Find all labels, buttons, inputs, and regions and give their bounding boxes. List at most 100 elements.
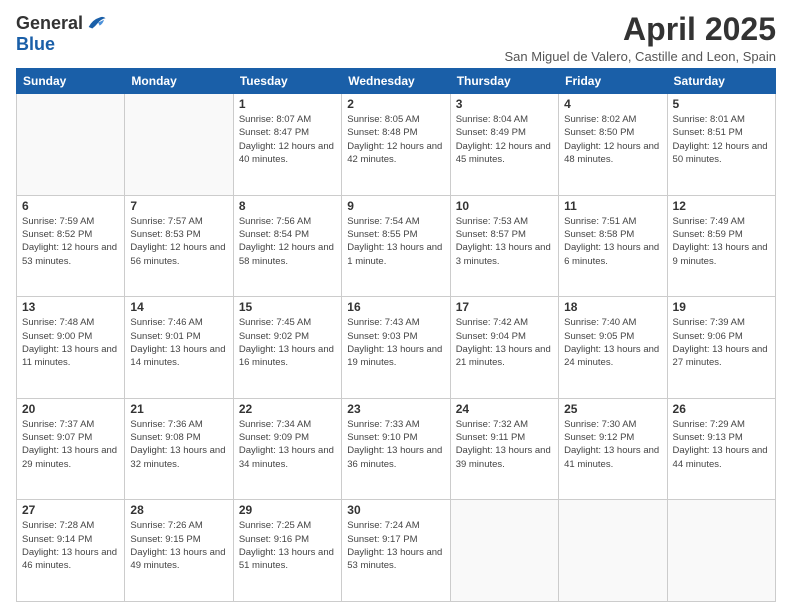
calendar-table: SundayMondayTuesdayWednesdayThursdayFrid… — [16, 68, 776, 602]
day-info: Sunrise: 7:46 AM Sunset: 9:01 PM Dayligh… — [130, 316, 227, 369]
day-header-saturday: Saturday — [667, 69, 775, 94]
day-info: Sunrise: 7:24 AM Sunset: 9:17 PM Dayligh… — [347, 519, 444, 572]
calendar-cell: 25 Sunrise: 7:30 AM Sunset: 9:12 PM Dayli… — [559, 398, 667, 500]
day-info: Sunrise: 7:45 AM Sunset: 9:02 PM Dayligh… — [239, 316, 336, 369]
day-number: 18 — [564, 300, 661, 314]
day-number: 1 — [239, 97, 336, 111]
calendar-cell: 19Sunrise: 7:39 AM Sunset: 9:06 PM Dayli… — [667, 297, 775, 399]
day-number: 16 — [347, 300, 444, 314]
calendar-cell: 2 Sunrise: 8:05 AM Sunset: 8:48 PM Daylig… — [342, 94, 450, 196]
logo-general-text: General — [16, 13, 83, 34]
day-number: 22 — [239, 402, 336, 416]
calendar-week-4: 20 Sunrise: 7:37 AM Sunset: 9:07 PM Dayli… — [17, 398, 776, 500]
title-block: April 2025 San Miguel de Valero, Castill… — [505, 12, 777, 64]
logo-blue-text: Blue — [16, 34, 55, 55]
calendar-cell — [667, 500, 775, 602]
day-info: Sunrise: 7:59 AM Sunset: 8:52 PM Dayligh… — [22, 215, 119, 268]
calendar-cell: 20 Sunrise: 7:37 AM Sunset: 9:07 PM Dayli… — [17, 398, 125, 500]
calendar-cell: 3 Sunrise: 8:04 AM Sunset: 8:49 PM Daylig… — [450, 94, 558, 196]
day-info: Sunrise: 7:29 AM Sunset: 9:13 PM Dayligh… — [673, 418, 770, 471]
calendar-cell: 13 Sunrise: 7:48 AM Sunset: 9:00 PM Dayli… — [17, 297, 125, 399]
day-info: Sunrise: 8:04 AM Sunset: 8:49 PM Dayligh… — [456, 113, 553, 166]
day-info: Sunrise: 7:33 AM Sunset: 9:10 PM Dayligh… — [347, 418, 444, 471]
calendar-cell: 18 Sunrise: 7:40 AM Sunset: 9:05 PM Dayli… — [559, 297, 667, 399]
day-info: Sunrise: 7:26 AM Sunset: 9:15 PM Dayligh… — [130, 519, 227, 572]
calendar-cell: 27 Sunrise: 7:28 AM Sunset: 9:14 PM Dayli… — [17, 500, 125, 602]
day-info: Sunrise: 7:53 AM Sunset: 8:57 PM Dayligh… — [456, 215, 553, 268]
day-number: 12 — [673, 199, 770, 213]
calendar-cell: 11Sunrise: 7:51 AM Sunset: 8:58 PM Dayli… — [559, 195, 667, 297]
calendar-cell: 28 Sunrise: 7:26 AM Sunset: 9:15 PM Dayli… — [125, 500, 233, 602]
calendar-week-2: 6 Sunrise: 7:59 AM Sunset: 8:52 PM Daylig… — [17, 195, 776, 297]
month-title: April 2025 — [505, 12, 777, 47]
day-number: 17 — [456, 300, 553, 314]
calendar-cell: 21Sunrise: 7:36 AM Sunset: 9:08 PM Dayli… — [125, 398, 233, 500]
day-info: Sunrise: 7:37 AM Sunset: 9:07 PM Dayligh… — [22, 418, 119, 471]
day-header-monday: Monday — [125, 69, 233, 94]
day-number: 28 — [130, 503, 227, 517]
day-info: Sunrise: 7:56 AM Sunset: 8:54 PM Dayligh… — [239, 215, 336, 268]
day-number: 29 — [239, 503, 336, 517]
day-number: 9 — [347, 199, 444, 213]
day-number: 14 — [130, 300, 227, 314]
day-info: Sunrise: 7:30 AM Sunset: 9:12 PM Dayligh… — [564, 418, 661, 471]
calendar-cell: 10Sunrise: 7:53 AM Sunset: 8:57 PM Dayli… — [450, 195, 558, 297]
calendar-cell: 5 Sunrise: 8:01 AM Sunset: 8:51 PM Daylig… — [667, 94, 775, 196]
day-info: Sunrise: 7:49 AM Sunset: 8:59 PM Dayligh… — [673, 215, 770, 268]
calendar-cell: 24Sunrise: 7:32 AM Sunset: 9:11 PM Dayli… — [450, 398, 558, 500]
calendar-header-row: SundayMondayTuesdayWednesdayThursdayFrid… — [17, 69, 776, 94]
calendar-cell: 16 Sunrise: 7:43 AM Sunset: 9:03 PM Dayli… — [342, 297, 450, 399]
day-info: Sunrise: 8:07 AM Sunset: 8:47 PM Dayligh… — [239, 113, 336, 166]
day-number: 3 — [456, 97, 553, 111]
logo: General Blue — [16, 12, 107, 55]
day-number: 4 — [564, 97, 661, 111]
location-subtitle: San Miguel de Valero, Castille and Leon,… — [505, 49, 777, 64]
day-number: 26 — [673, 402, 770, 416]
day-info: Sunrise: 7:39 AM Sunset: 9:06 PM Dayligh… — [673, 316, 770, 369]
calendar-cell: 15 Sunrise: 7:45 AM Sunset: 9:02 PM Dayli… — [233, 297, 341, 399]
day-number: 6 — [22, 199, 119, 213]
calendar-cell: 30 Sunrise: 7:24 AM Sunset: 9:17 PM Dayli… — [342, 500, 450, 602]
calendar-week-5: 27 Sunrise: 7:28 AM Sunset: 9:14 PM Dayli… — [17, 500, 776, 602]
calendar-cell — [450, 500, 558, 602]
calendar-cell: 8Sunrise: 7:56 AM Sunset: 8:54 PM Daylig… — [233, 195, 341, 297]
day-info: Sunrise: 7:43 AM Sunset: 9:03 PM Dayligh… — [347, 316, 444, 369]
calendar-cell: 4Sunrise: 8:02 AM Sunset: 8:50 PM Daylig… — [559, 94, 667, 196]
day-info: Sunrise: 7:28 AM Sunset: 9:14 PM Dayligh… — [22, 519, 119, 572]
day-info: Sunrise: 8:01 AM Sunset: 8:51 PM Dayligh… — [673, 113, 770, 166]
calendar-week-3: 13 Sunrise: 7:48 AM Sunset: 9:00 PM Dayli… — [17, 297, 776, 399]
day-number: 13 — [22, 300, 119, 314]
day-number: 25 — [564, 402, 661, 416]
calendar-cell — [559, 500, 667, 602]
day-info: Sunrise: 7:54 AM Sunset: 8:55 PM Dayligh… — [347, 215, 444, 268]
calendar-cell: 29 Sunrise: 7:25 AM Sunset: 9:16 PM Dayli… — [233, 500, 341, 602]
day-info: Sunrise: 8:05 AM Sunset: 8:48 PM Dayligh… — [347, 113, 444, 166]
calendar-cell: 23Sunrise: 7:33 AM Sunset: 9:10 PM Dayli… — [342, 398, 450, 500]
day-info: Sunrise: 7:40 AM Sunset: 9:05 PM Dayligh… — [564, 316, 661, 369]
calendar-week-1: 1 Sunrise: 8:07 AM Sunset: 8:47 PM Daylig… — [17, 94, 776, 196]
page: General Blue April 2025 San Miguel de Va… — [0, 0, 792, 612]
day-number: 15 — [239, 300, 336, 314]
day-info: Sunrise: 7:51 AM Sunset: 8:58 PM Dayligh… — [564, 215, 661, 268]
calendar-cell — [17, 94, 125, 196]
calendar-cell: 1 Sunrise: 8:07 AM Sunset: 8:47 PM Daylig… — [233, 94, 341, 196]
day-number: 20 — [22, 402, 119, 416]
day-info: Sunrise: 7:48 AM Sunset: 9:00 PM Dayligh… — [22, 316, 119, 369]
day-number: 5 — [673, 97, 770, 111]
day-info: Sunrise: 7:25 AM Sunset: 9:16 PM Dayligh… — [239, 519, 336, 572]
day-number: 2 — [347, 97, 444, 111]
day-number: 24 — [456, 402, 553, 416]
day-info: Sunrise: 7:36 AM Sunset: 9:08 PM Dayligh… — [130, 418, 227, 471]
day-number: 27 — [22, 503, 119, 517]
calendar-cell: 26 Sunrise: 7:29 AM Sunset: 9:13 PM Dayli… — [667, 398, 775, 500]
day-number: 7 — [130, 199, 227, 213]
day-header-friday: Friday — [559, 69, 667, 94]
day-number: 30 — [347, 503, 444, 517]
day-header-thursday: Thursday — [450, 69, 558, 94]
calendar-cell: 6 Sunrise: 7:59 AM Sunset: 8:52 PM Daylig… — [17, 195, 125, 297]
day-info: Sunrise: 7:34 AM Sunset: 9:09 PM Dayligh… — [239, 418, 336, 471]
day-header-wednesday: Wednesday — [342, 69, 450, 94]
calendar-cell — [125, 94, 233, 196]
calendar-cell: 14 Sunrise: 7:46 AM Sunset: 9:01 PM Dayli… — [125, 297, 233, 399]
day-header-tuesday: Tuesday — [233, 69, 341, 94]
